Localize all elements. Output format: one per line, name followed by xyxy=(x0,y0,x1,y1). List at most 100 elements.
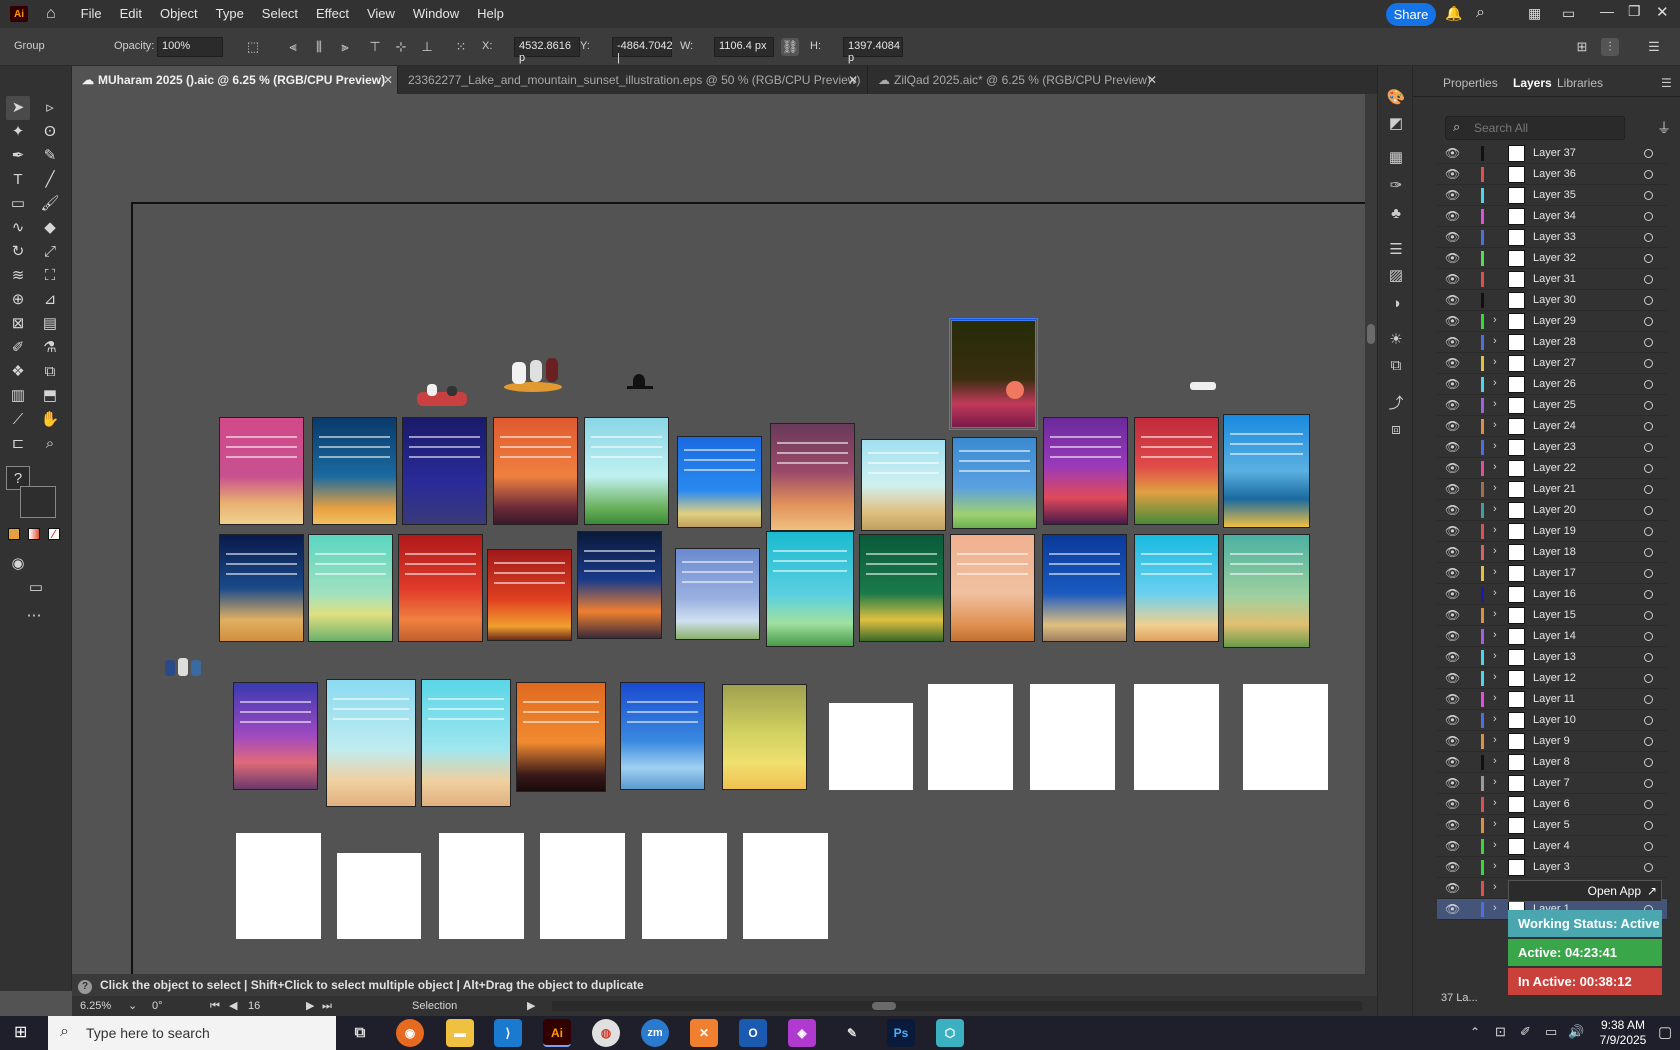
layer-row[interactable]: 👁 › Layer 23 xyxy=(1437,437,1667,458)
print-tiling-tool-icon[interactable]: ⊏ xyxy=(6,432,30,456)
swatches-icon[interactable]: ▦ xyxy=(1384,146,1408,170)
layer-row[interactable]: 👁 › Layer 19 xyxy=(1437,521,1667,542)
visibility-eye-icon[interactable]: 👁 xyxy=(1445,692,1460,706)
screen-mode-icon[interactable]: ▭ xyxy=(24,576,48,600)
visibility-eye-icon[interactable]: 👁 xyxy=(1445,545,1460,559)
task-view-icon[interactable]: ⧉ xyxy=(346,1019,374,1047)
layer-row[interactable]: 👁 › Layer 9 xyxy=(1437,731,1667,752)
canvas[interactable] xyxy=(72,94,1377,974)
visibility-eye-icon[interactable]: 👁 xyxy=(1445,146,1460,160)
chevron-right-icon[interactable]: › xyxy=(1493,314,1497,326)
blank-artboard[interactable] xyxy=(829,703,913,790)
chevron-right-icon[interactable]: › xyxy=(1493,482,1497,494)
visibility-eye-icon[interactable]: 👁 xyxy=(1445,188,1460,202)
target-icon[interactable] xyxy=(1644,863,1653,872)
slice-tool-icon[interactable]: ⬒ xyxy=(38,384,62,408)
mesh-tool-icon[interactable]: ⊠ xyxy=(6,312,30,336)
next-artboard-icon[interactable]: ▶ xyxy=(306,996,314,1016)
perspective-grid-tool-icon[interactable]: ⊿ xyxy=(38,288,62,312)
target-icon[interactable] xyxy=(1644,317,1653,326)
color-icon[interactable]: ◩ xyxy=(1384,112,1408,136)
visibility-eye-icon[interactable]: 👁 xyxy=(1445,587,1460,601)
poster-card[interactable] xyxy=(516,682,606,792)
layer-row[interactable]: 👁 › Layer 11 xyxy=(1437,689,1667,710)
blank-artboard[interactable] xyxy=(743,833,828,939)
poster-card[interactable] xyxy=(577,531,662,639)
chevron-right-icon[interactable]: › xyxy=(1493,377,1497,389)
network-icon[interactable]: ▭ xyxy=(1545,1024,1557,1040)
poster-card[interactable] xyxy=(421,679,511,807)
visibility-eye-icon[interactable]: 👁 xyxy=(1445,230,1460,244)
type-tool-icon[interactable]: T xyxy=(6,168,30,192)
layer-row[interactable]: 👁 › Layer 22 xyxy=(1437,458,1667,479)
menu-effect[interactable]: Effect xyxy=(307,0,358,28)
visibility-eye-icon[interactable]: 👁 xyxy=(1445,671,1460,685)
visibility-eye-icon[interactable]: 👁 xyxy=(1445,902,1460,916)
chevron-right-icon[interactable]: › xyxy=(1493,713,1497,725)
eyedropper-tool-icon[interactable]: ✐ xyxy=(6,336,30,360)
layer-row[interactable]: 👁 › Layer 24 xyxy=(1437,416,1667,437)
menu-select[interactable]: Select xyxy=(253,0,307,28)
xampp-icon[interactable]: ✕ xyxy=(690,1019,718,1047)
file-explorer-icon[interactable]: ▬ xyxy=(446,1019,474,1047)
layer-row[interactable]: 👁 › Layer 21 xyxy=(1437,479,1667,500)
target-icon[interactable] xyxy=(1644,170,1653,179)
gradient-mode-icon[interactable] xyxy=(28,528,40,540)
shaper-tool-icon[interactable]: ∿ xyxy=(6,216,30,240)
brushes-icon[interactable]: ✑ xyxy=(1384,174,1408,198)
visibility-eye-icon[interactable]: 👁 xyxy=(1445,377,1460,391)
opacity-field[interactable]: 100% xyxy=(157,37,223,57)
direct-selection-tool-icon[interactable]: ▹ xyxy=(38,96,62,120)
target-icon[interactable] xyxy=(1644,485,1653,494)
clock-date[interactable]: 7/9/2025 xyxy=(1595,1033,1651,1047)
layer-row[interactable]: 👁 › Layer 13 xyxy=(1437,647,1667,668)
group-figures-illustration[interactable] xyxy=(165,656,201,676)
poster-card[interactable] xyxy=(770,423,855,531)
hand-tool-icon[interactable]: ✋ xyxy=(38,408,62,432)
visibility-eye-icon[interactable]: 👁 xyxy=(1445,314,1460,328)
chevron-right-icon[interactable]: › xyxy=(1493,440,1497,452)
poster-card[interactable] xyxy=(1042,534,1127,642)
clock-time[interactable]: 9:38 AM xyxy=(1595,1018,1651,1032)
status-menu-icon[interactable]: ▶ xyxy=(527,996,535,1016)
layer-row[interactable]: 👁 Layer 36 xyxy=(1437,164,1667,185)
family-illustration[interactable] xyxy=(417,384,467,408)
chevron-right-icon[interactable]: › xyxy=(1493,629,1497,641)
tab-libraries[interactable]: Libraries xyxy=(1557,76,1603,90)
illustrator-icon[interactable]: Ai xyxy=(543,1019,571,1047)
arrange-documents-icon[interactable]: ▦ xyxy=(1528,5,1541,22)
layer-row[interactable]: 👁 › Layer 16 xyxy=(1437,584,1667,605)
target-icon[interactable] xyxy=(1644,401,1653,410)
export-icon[interactable]: ⤴ xyxy=(1384,392,1408,416)
x-field[interactable]: 4532.8616 p xyxy=(514,37,580,64)
chevron-down-icon[interactable]: ⌄ xyxy=(128,996,137,1016)
visibility-eye-icon[interactable]: 👁 xyxy=(1445,650,1460,664)
target-icon[interactable] xyxy=(1644,737,1653,746)
target-icon[interactable] xyxy=(1644,716,1653,725)
layer-row[interactable]: 👁 › Layer 18 xyxy=(1437,542,1667,563)
transparency-icon[interactable]: ◑ xyxy=(1384,292,1408,316)
target-icon[interactable] xyxy=(1644,569,1653,578)
poster-card[interactable] xyxy=(722,684,807,790)
tab-close-icon[interactable]: ✕ xyxy=(1147,66,1157,94)
layer-row[interactable]: 👁 › Layer 14 xyxy=(1437,626,1667,647)
tab-lake-sunset[interactable]: 23362277_Lake_and_mountain_sunset_illust… xyxy=(397,66,867,94)
distribute-icon[interactable]: ⊞ xyxy=(1573,38,1591,56)
chevron-right-icon[interactable]: › xyxy=(1493,692,1497,704)
layer-row[interactable]: 👁 › Layer 7 xyxy=(1437,773,1667,794)
gathering-illustration[interactable] xyxy=(504,356,562,394)
layer-row[interactable]: 👁 › Layer 10 xyxy=(1437,710,1667,731)
layer-row[interactable]: 👁 › Layer 5 xyxy=(1437,815,1667,836)
layer-row[interactable]: 👁 › Layer 26 xyxy=(1437,374,1667,395)
visibility-eye-icon[interactable]: 👁 xyxy=(1445,272,1460,286)
layer-row[interactable]: 👁 Layer 31 xyxy=(1437,269,1667,290)
photos-icon[interactable]: ◈ xyxy=(788,1019,816,1047)
warp-tool-icon[interactable]: ≋ xyxy=(6,264,30,288)
visibility-eye-icon[interactable]: 👁 xyxy=(1445,818,1460,832)
menu-file[interactable]: File xyxy=(72,0,111,28)
visibility-eye-icon[interactable]: 👁 xyxy=(1445,755,1460,769)
visibility-eye-icon[interactable]: 👁 xyxy=(1445,608,1460,622)
edit-toolbar-icon[interactable]: ⋯ xyxy=(22,604,46,628)
artboard-number-field[interactable]: 16 xyxy=(248,996,260,1016)
chevron-right-icon[interactable]: › xyxy=(1493,902,1497,914)
